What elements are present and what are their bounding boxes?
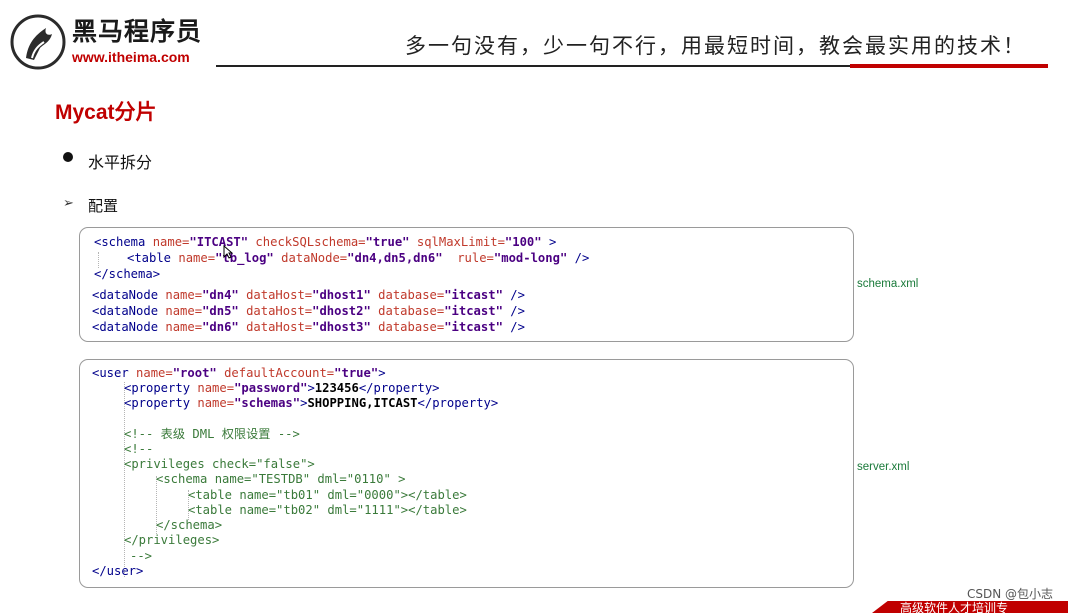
brand: 黑马程序员 www.itheima.com [72, 18, 202, 66]
server-privileges-open: <privileges check="false"> [124, 457, 315, 471]
brand-name: 黑马程序员 [72, 17, 203, 46]
server-line-2: <property name="password">123456</proper… [124, 381, 440, 395]
brand-url: www.itheima.com [72, 49, 190, 65]
server-line-3: <property name="schemas">SHOPPING,ITCAST… [124, 396, 499, 410]
bullet-dot-icon [63, 152, 73, 162]
arrow-bullet-icon: ➢ [63, 196, 74, 211]
server-line-1: <user name="root" defaultAccount="true"> [92, 366, 386, 380]
mouse-cursor-icon [223, 245, 233, 259]
schema-line-3: </schema> [94, 267, 161, 281]
slide-title: Mycat分片 [55, 101, 157, 124]
server-comment-line: <!-- 表级 DML 权限设置 --> [124, 427, 300, 441]
datanode-line-2: <dataNode name="dn5" dataHost="dhost2" d… [92, 304, 525, 318]
server-comment-open: <!-- [124, 442, 154, 456]
footer-banner-text: 高级软件人才培训专 [900, 601, 1009, 615]
schema-xml-label: schema.xml [857, 278, 919, 290]
header-accent-bar [850, 64, 1048, 68]
schema-line-2: <table name="tb_log" dataNode="dn4,dn5,d… [127, 251, 590, 265]
datanode-line-3: <dataNode name="dn6" dataHost="dhost3" d… [92, 320, 525, 334]
sub-bullet-text: 配置 [88, 197, 119, 215]
server-user-close: </user> [92, 564, 144, 578]
horse-logo-icon [10, 14, 66, 70]
indent-guide [98, 252, 99, 268]
schema-line-1: <schema name="ITCAST" checkSQLschema="tr… [94, 235, 557, 249]
server-schema-open: <schema name="TESTDB" dml="0110" > [156, 472, 406, 486]
server-table-tb02: <table name="tb02" dml="1111"></table> [188, 503, 467, 517]
server-schema-close: </schema> [156, 518, 223, 532]
server-xml-label: server.xml [857, 461, 910, 473]
bullet-text: 水平拆分 [88, 153, 153, 172]
server-table-tb01: <table name="tb01" dml="0000"></table> [188, 488, 467, 502]
server-comment-close: --> [130, 549, 153, 563]
slogan: 多一句没有，少一句不行，用最短时间，教会最实用的技术！ [405, 34, 1026, 58]
datanode-line-1: <dataNode name="dn4" dataHost="dhost1" d… [92, 288, 525, 302]
server-privileges-close: </privileges> [124, 533, 220, 547]
